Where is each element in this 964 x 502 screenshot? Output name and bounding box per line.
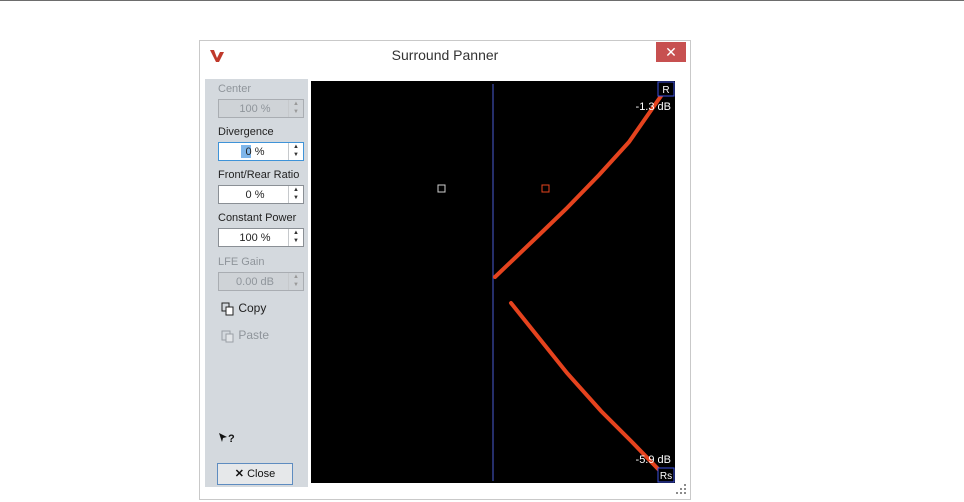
close-button[interactable]: ✕ Close [217, 463, 293, 485]
panner-display[interactable]: R -1.3 dB -5.9 dB Rs [311, 81, 675, 483]
lfe-gain-label: LFE Gain [218, 256, 265, 268]
paste-button: Paste [221, 328, 269, 343]
close-icon[interactable]: ✕ [656, 42, 686, 62]
help-cursor-icon[interactable]: ? [219, 433, 235, 445]
front-rear-spinbox[interactable]: 0 % ▲ ▼ [218, 185, 304, 204]
divergence-value-suffix: % [251, 146, 265, 158]
divergence-value[interactable]: 0 % [219, 146, 291, 158]
top-level-readout: -1.3 dB [636, 101, 671, 113]
divergence-spinbox[interactable]: 0 % ▲ ▼ [218, 142, 304, 161]
speaker-r-label: R [662, 85, 669, 96]
speaker-rs-label: Rs [660, 471, 672, 482]
controls-panel: Center 100 % ▲ ▼ Divergence 0 % ▲ ▼ Front/… [205, 79, 308, 487]
close-button-label: Close [247, 468, 276, 480]
constant-power-spinbox[interactable]: 100 % ▲ ▼ [218, 228, 304, 247]
constant-power-value[interactable]: 100 % [219, 232, 291, 244]
center-spin-arrows: ▲ ▼ [288, 100, 303, 117]
pan-position-handle[interactable] [541, 184, 550, 193]
resize-grip-icon[interactable] [674, 483, 688, 495]
source-position-handle[interactable] [437, 184, 446, 193]
lfe-gain-value: 0.00 dB [236, 276, 274, 288]
lfe-gain-spin-arrows: ▲ ▼ [288, 273, 303, 290]
constant-power-label: Constant Power [218, 212, 297, 224]
divergence-spin-arrows[interactable]: ▲ ▼ [288, 143, 303, 160]
copy-button[interactable]: Copy [221, 301, 266, 316]
copy-label: Copy [238, 301, 267, 315]
rear-gain-curve [509, 301, 663, 474]
panner-canvas: R -1.3 dB -5.9 dB Rs [437, 81, 675, 483]
title-bar[interactable]: Surround Panner ✕ [200, 41, 690, 69]
surround-panner-window: Surround Panner ✕ Center 100 % ▲ ▼ Diverg… [199, 40, 691, 500]
front-gain-curve [493, 94, 663, 279]
close-x-icon: ✕ [234, 468, 245, 480]
paste-icon [221, 330, 234, 343]
center-spinbox: 100 % ▲ ▼ [218, 99, 304, 118]
bottom-level-readout: -5.9 dB [636, 454, 671, 466]
center-value: 100 % [239, 103, 271, 115]
top-divider [0, 0, 964, 1]
front-rear-value[interactable]: 0 % [219, 189, 291, 201]
constant-power-spin-arrows[interactable]: ▲ ▼ [288, 229, 303, 246]
copy-icon [221, 302, 234, 316]
window-title: Surround Panner [391, 47, 499, 63]
front-rear-label: Front/Rear Ratio [218, 169, 300, 181]
lfe-gain-spinbox: 0.00 dB ▲ ▼ [218, 272, 304, 291]
divergence-label: Divergence [218, 126, 274, 138]
paste-label: Paste [238, 328, 270, 342]
front-rear-spin-arrows[interactable]: ▲ ▼ [288, 186, 303, 203]
center-label: Center [218, 83, 252, 95]
help-glyph: ? [228, 433, 235, 445]
